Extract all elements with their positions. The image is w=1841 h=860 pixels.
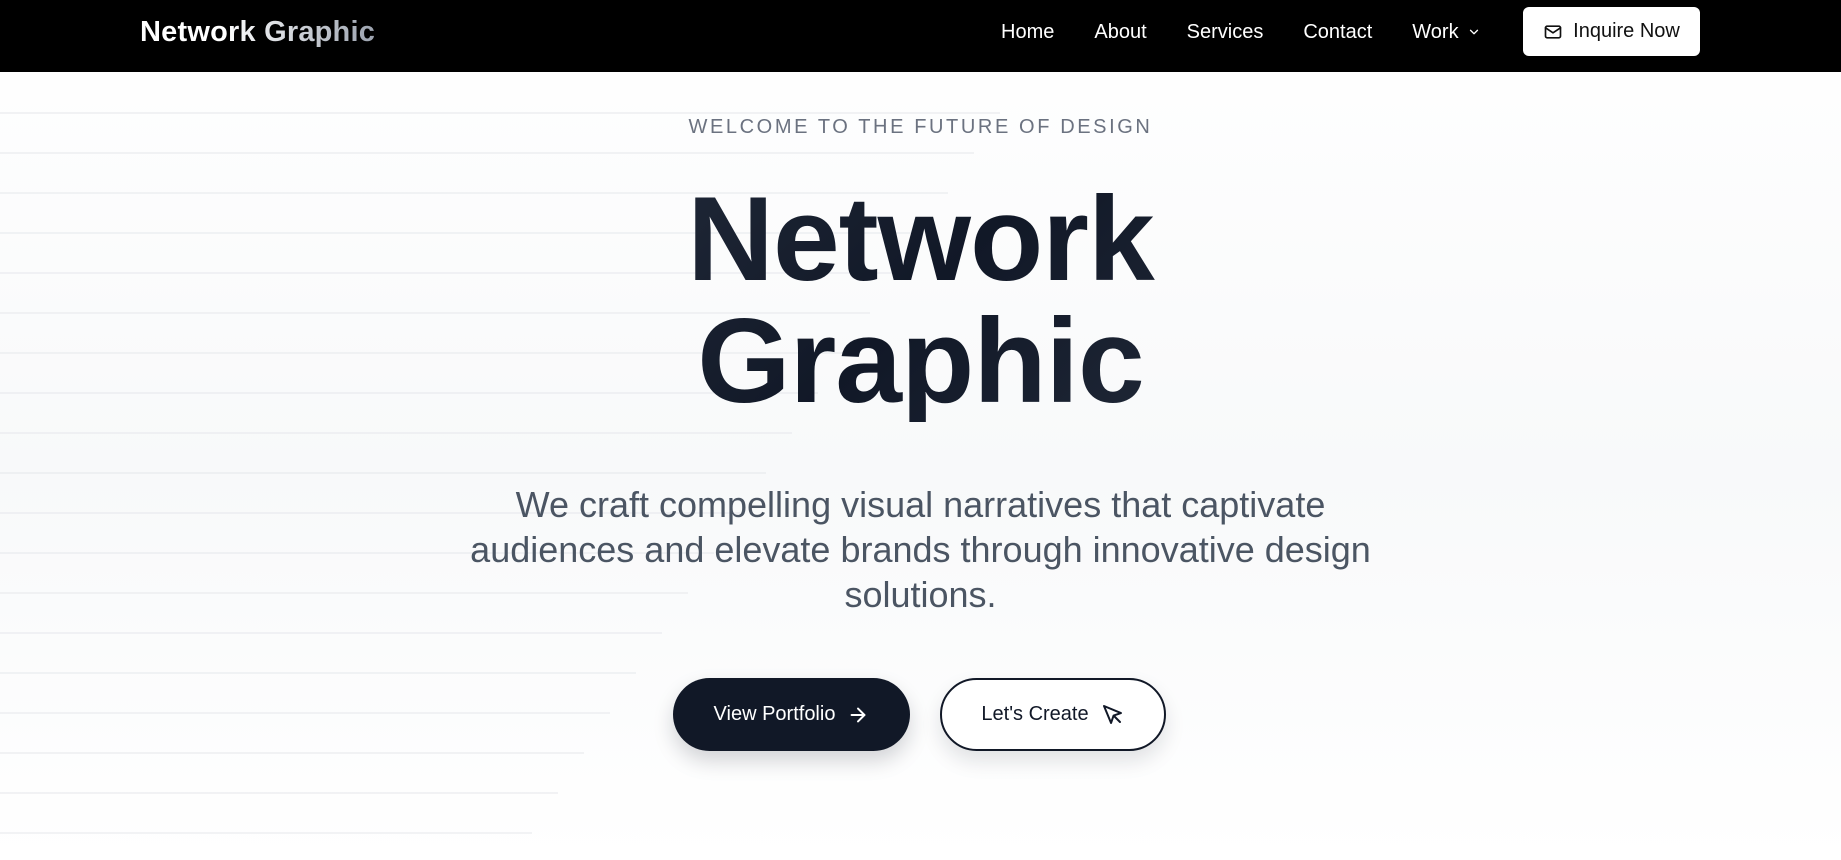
inquire-now-label: Inquire Now <box>1573 20 1680 42</box>
hero-title-line-1: Network <box>687 172 1154 306</box>
lets-create-button[interactable]: Let's Create <box>940 678 1166 751</box>
inquire-now-button[interactable]: Inquire Now <box>1523 7 1700 56</box>
lets-create-label: Let's Create <box>981 703 1089 725</box>
nav-link-services[interactable]: Services <box>1187 21 1264 44</box>
nav-dropdown-work[interactable]: Work <box>1412 21 1480 44</box>
top-navbar: Network Graphic Home About Services Cont… <box>0 0 1841 72</box>
hero-eyebrow: WELCOME TO THE FUTURE OF DESIGN <box>688 116 1153 138</box>
mail-icon <box>1544 24 1562 39</box>
mouse-pointer-icon <box>1102 704 1122 724</box>
view-portfolio-button[interactable]: View Portfolio <box>673 678 910 751</box>
hero-title: Network Graphic <box>0 178 1841 422</box>
view-portfolio-label: View Portfolio <box>713 703 836 725</box>
page: Network Graphic Home About Services Cont… <box>0 0 1841 860</box>
hero-subtitle: We craft compelling visual narratives th… <box>470 484 1371 615</box>
arrow-right-icon <box>851 707 866 722</box>
hero-title-line-2: Graphic <box>697 294 1144 428</box>
nav-work-label: Work <box>1412 20 1459 43</box>
nav-links: Home About Services Contact Work <box>1001 0 1481 64</box>
nav-link-home[interactable]: Home <box>1001 21 1054 44</box>
nav-link-about[interactable]: About <box>1094 21 1146 44</box>
chevron-down-icon <box>1469 29 1478 35</box>
brand-logo[interactable]: Network Graphic <box>140 14 375 50</box>
nav-link-contact[interactable]: Contact <box>1303 21 1372 44</box>
